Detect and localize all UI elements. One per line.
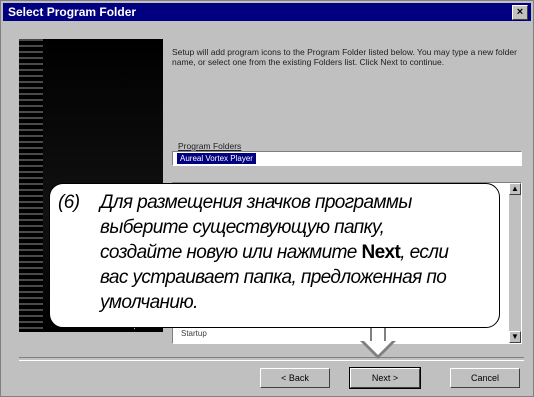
banner-stripes	[19, 39, 43, 332]
folders-scrollbar[interactable]: ▲ ▼	[509, 183, 521, 343]
separator	[19, 357, 524, 361]
next-button[interactable]: Next >	[349, 367, 421, 389]
next-keyword: Next	[361, 242, 401, 263]
cancel-button[interactable]: Cancel	[450, 368, 520, 388]
callout-line-3b: , если	[400, 242, 449, 263]
title-bar: Select Program Folder ×	[3, 3, 531, 21]
callout-line-4: вас устраивает папка, предложенная по	[100, 267, 447, 288]
callout-line-2: выберите существующую папку,	[100, 217, 385, 238]
scroll-up-icon[interactable]: ▲	[509, 183, 521, 195]
program-folder-value: Aureal Vortex Player	[177, 153, 256, 164]
setup-description: Setup will add program icons to the Prog…	[172, 47, 517, 67]
back-button[interactable]: < Back	[260, 368, 330, 388]
callout-line-1: Для размещения значков программы	[100, 192, 412, 213]
step-number: (6)	[58, 192, 80, 213]
callout-text: (6) Для размещения значков программы выбе…	[58, 190, 494, 315]
window-title: Select Program Folder	[8, 5, 137, 19]
program-folders-label: Program Folders	[178, 141, 241, 151]
program-folders-label-text: Program Folders	[178, 141, 242, 151]
down-arrow-inner	[364, 341, 392, 355]
callout-line-3: создайте новую или нажмите Next, если	[58, 240, 494, 265]
program-folder-input[interactable]: Aureal Vortex Player	[172, 151, 522, 166]
list-item[interactable]: Startup	[181, 329, 207, 338]
instruction-callout: (6) Для размещения значков программы выбе…	[49, 183, 500, 328]
callout-line-5: умолчанию.	[100, 292, 198, 313]
scroll-down-icon[interactable]: ▼	[509, 331, 521, 343]
callout-line-3a: создайте новую или нажмите	[100, 242, 362, 263]
close-icon[interactable]: ×	[512, 5, 528, 20]
